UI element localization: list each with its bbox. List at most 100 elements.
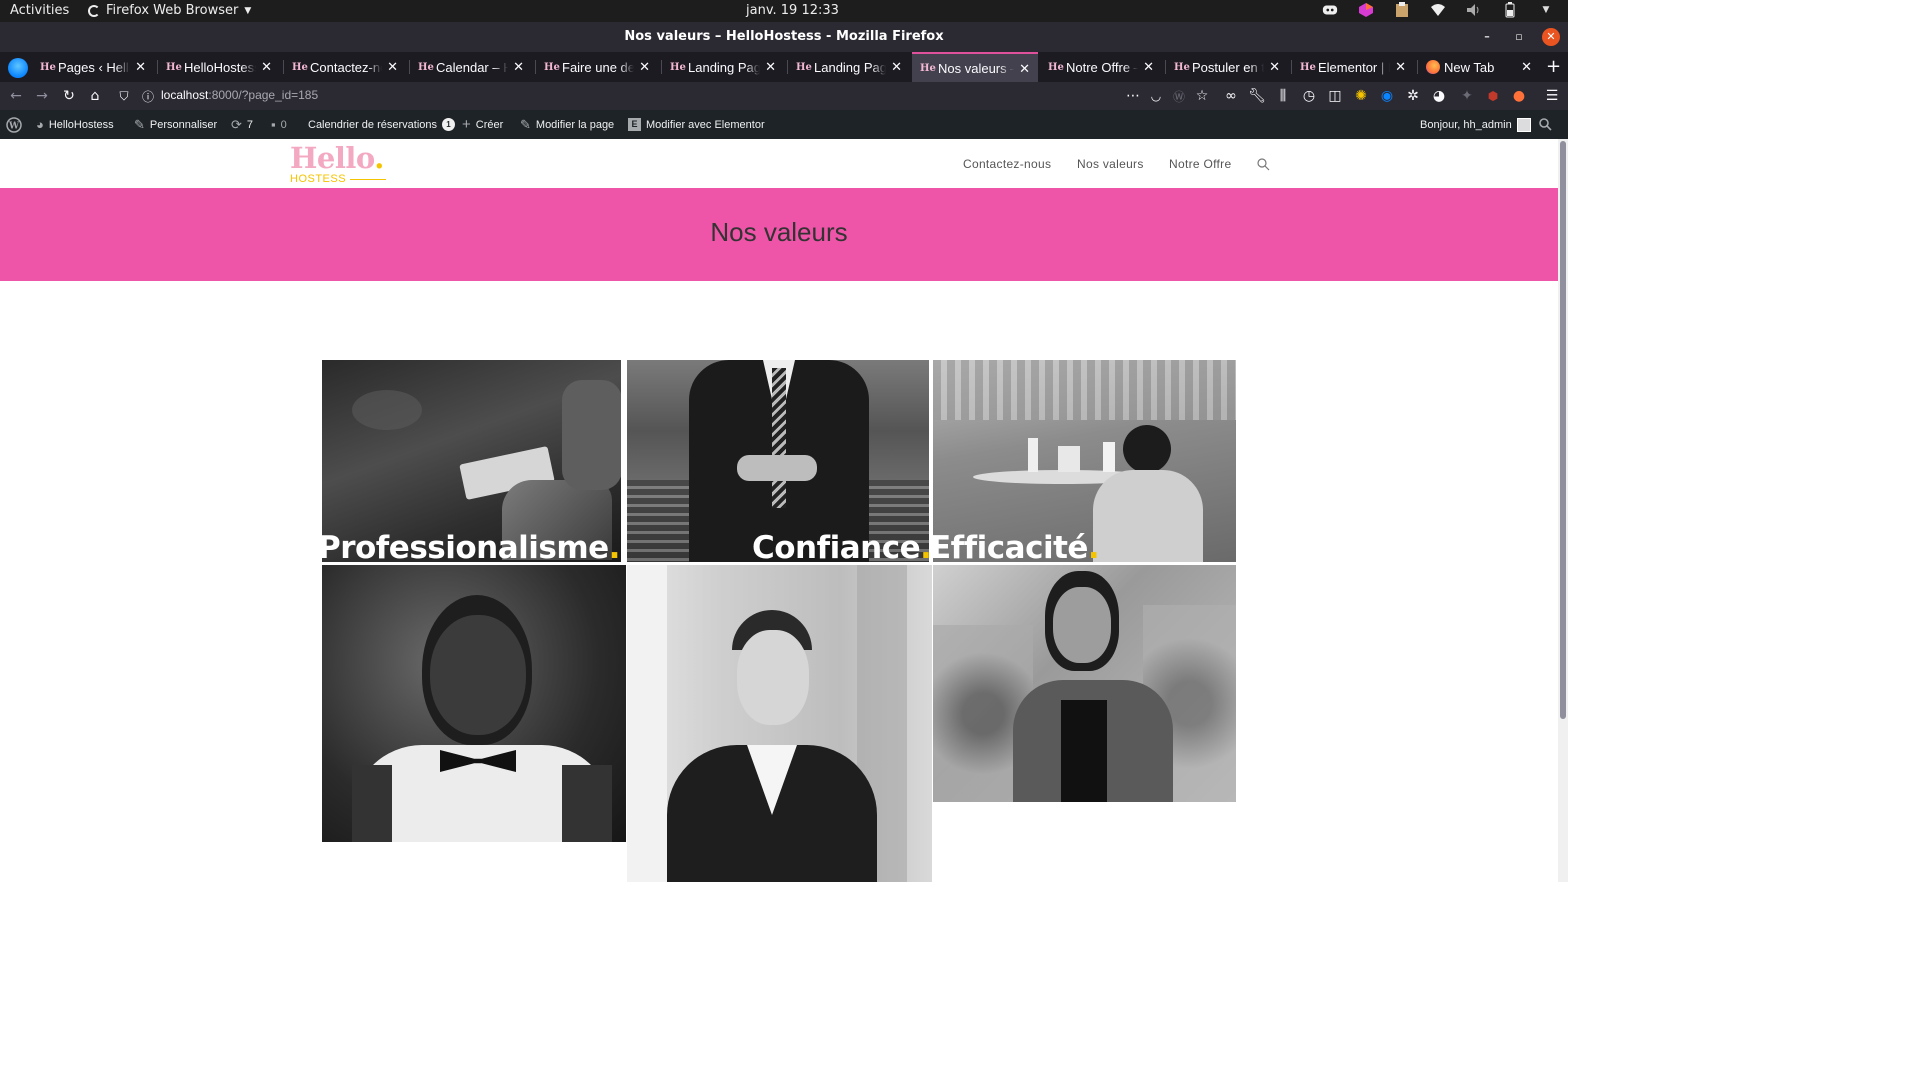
admin-elementor-link[interactable]: E Modifier avec Elementor <box>628 110 765 139</box>
app-menu-label: Firefox Web Browser <box>106 3 239 18</box>
discord-icon[interactable] <box>1322 2 1338 18</box>
battery-icon[interactable] <box>1502 2 1518 18</box>
wifi-icon[interactable] <box>1430 2 1446 18</box>
wordpress-extension-icon[interactable]: Ⓦ <box>1170 87 1188 105</box>
hellohostess-favicon: He <box>1174 61 1190 73</box>
orange-extension-icon[interactable]: ● <box>1510 87 1528 105</box>
close-tab-icon[interactable]: ✕ <box>1143 59 1154 75</box>
url-host: localhost <box>161 88 209 102</box>
sidebar-icon[interactable]: ◫ <box>1326 87 1344 105</box>
account-icon[interactable]: ◕ <box>1430 87 1448 105</box>
back-arrow-icon[interactable]: ← <box>7 87 25 105</box>
admin-customize-link[interactable]: ✎ Personnaliser <box>134 110 217 139</box>
tab-landing-page-1[interactable]: He Landing Page ✕ <box>662 52 784 82</box>
value-heading-efficacite: Efficacité. <box>930 530 1100 566</box>
shield-icon[interactable]: ⛉ <box>115 87 133 105</box>
close-tab-icon[interactable]: ✕ <box>387 59 398 75</box>
close-tab-icon[interactable]: ✕ <box>1269 59 1280 75</box>
admin-updates-link[interactable]: ⟳ 7 <box>231 110 253 139</box>
colorful-app-icon[interactable] <box>1358 2 1374 18</box>
logo-dot: . <box>374 141 384 175</box>
tab-elementor[interactable]: He Elementor | Landing ✕ <box>1292 52 1414 82</box>
tab-label: Calendar – HelloHostess <box>436 59 508 75</box>
close-tab-icon[interactable]: ✕ <box>513 59 524 75</box>
new-tab-plus-icon[interactable]: + <box>1546 56 1561 77</box>
admin-site-link[interactable]: ◕ HelloHostess <box>36 110 114 139</box>
value-heading-professionalisme: Professionalisme. <box>318 530 620 566</box>
admin-calendar-link[interactable]: Calendrier de réservations 1 <box>308 110 456 139</box>
admin-comments-link[interactable]: ▪ 0 <box>271 110 287 139</box>
updates-count: 7 <box>246 118 254 131</box>
close-tab-icon[interactable]: ✕ <box>261 59 272 75</box>
system-tray: ▼ <box>1322 2 1554 18</box>
more-actions-icon[interactable]: ⋯ <box>1124 87 1142 105</box>
tab-faire-une-demande[interactable]: He Faire une demande ✕ <box>536 52 658 82</box>
settings-gear-icon[interactable]: ✲ <box>1404 87 1422 105</box>
close-tab-icon[interactable]: ✕ <box>639 59 650 75</box>
activities-button[interactable]: Activities <box>10 3 69 18</box>
tab-landing-page-2[interactable]: He Landing Page ✕ <box>788 52 910 82</box>
history-clock-icon[interactable]: ◷ <box>1300 87 1318 105</box>
site-header: Hello. HOSTESS Contactez-nous Nos valeur… <box>0 139 1558 188</box>
admin-edit-page-link[interactable]: ✎ Modifier la page <box>520 110 614 139</box>
firefox-view-icon[interactable] <box>8 58 28 78</box>
url-field[interactable]: localhost:8000/?page_id=185 <box>161 88 318 102</box>
bookmark-star-icon[interactable]: ☆ <box>1193 87 1211 105</box>
menu-item-contactez-nous[interactable]: Contactez-nous <box>963 157 1051 171</box>
admin-search-icon[interactable] <box>1539 110 1552 139</box>
forward-arrow-icon[interactable]: → <box>33 87 51 105</box>
wrench-icon[interactable]: 🔧︎ <box>1248 87 1266 105</box>
admin-customize-label: Personnaliser <box>149 118 218 131</box>
admin-new-link[interactable]: + Créer <box>462 110 503 139</box>
hellohostess-favicon: He <box>796 61 812 73</box>
window-title-bar: Nos valeurs – HelloHostess - Mozilla Fir… <box>0 22 1568 52</box>
close-tab-icon[interactable]: ✕ <box>1521 59 1532 75</box>
tab-new-tab[interactable]: New Tab ✕ <box>1418 52 1540 82</box>
maximize-icon[interactable]: ▫ <box>1510 28 1528 46</box>
close-tab-icon[interactable]: ✕ <box>765 59 776 75</box>
page-scrollbar[interactable] <box>1558 139 1568 882</box>
mask-icon[interactable]: ∞ <box>1222 87 1240 105</box>
close-tab-icon[interactable]: ✕ <box>891 59 902 75</box>
navigation-toolbar: ← → ↻ ⌂ ⛉ ⓘ localhost:8000/?page_id=185 … <box>0 82 1568 110</box>
tab-calendar[interactable]: He Calendar – HelloHostess ✕ <box>410 52 532 82</box>
admin-account-link[interactable]: Bonjour, hh_admin <box>1420 110 1531 139</box>
tab-postuler[interactable]: He Postuler en tant que ✕ <box>1166 52 1288 82</box>
close-tab-icon[interactable]: ✕ <box>1019 61 1030 77</box>
ublock-icon[interactable]: ⬢ <box>1484 87 1502 105</box>
reload-icon[interactable]: ↻ <box>60 87 78 105</box>
sun-extension-icon[interactable]: ✺ <box>1352 87 1370 105</box>
tab-hellohostess[interactable]: He HelloHostess ✕ <box>158 52 280 82</box>
hellohostess-favicon: He <box>166 61 182 73</box>
power-menu-icon[interactable]: ▼ <box>1538 2 1554 18</box>
tab-notre-offre[interactable]: He Notre Offre – ✕ <box>1040 52 1162 82</box>
home-icon[interactable]: ⌂ <box>86 87 104 105</box>
hellohostess-favicon: He <box>1300 61 1316 73</box>
info-icon[interactable]: ⓘ <box>139 87 157 105</box>
extension-puzzle-icon[interactable]: ✦ <box>1458 87 1476 105</box>
messenger-icon[interactable]: ◉ <box>1378 87 1396 105</box>
hamburger-menu-icon[interactable]: ☰ <box>1543 87 1561 105</box>
clipboard-icon[interactable] <box>1394 2 1410 18</box>
menu-item-notre-offre[interactable]: Notre Offre <box>1169 157 1231 171</box>
volume-icon[interactable] <box>1466 2 1482 18</box>
pocket-icon[interactable]: ◡ <box>1147 87 1165 105</box>
clock[interactable]: janv. 19 12:33 <box>746 3 839 18</box>
site-search-icon[interactable] <box>1257 156 1270 175</box>
tab-label: Landing Page <box>814 59 886 75</box>
site-logo[interactable]: Hello. HOSTESS <box>290 141 384 185</box>
tab-contactez-nous[interactable]: He Contactez-nous ✕ <box>284 52 406 82</box>
minimize-icon[interactable]: – <box>1478 28 1496 46</box>
app-menu[interactable]: Firefox Web Browser ▼ <box>88 3 251 18</box>
close-tab-icon[interactable]: ✕ <box>1395 59 1406 75</box>
scrollbar-thumb[interactable] <box>1560 141 1566 719</box>
close-window-icon[interactable]: ✕ <box>1542 28 1560 46</box>
menu-item-nos-valeurs[interactable]: Nos valeurs <box>1077 157 1144 171</box>
wordpress-logo-icon[interactable]: W <box>6 110 22 139</box>
caret-down-icon: ▼ <box>244 5 252 16</box>
brush-icon: ✎ <box>134 116 145 132</box>
tab-nos-valeurs[interactable]: He Nos valeurs – ✕ <box>912 52 1038 82</box>
tab-pages[interactable]: He Pages ‹ HelloHostess ✕ <box>32 52 154 82</box>
library-icon[interactable]: ⫼ <box>1274 87 1292 105</box>
close-tab-icon[interactable]: ✕ <box>135 59 146 75</box>
